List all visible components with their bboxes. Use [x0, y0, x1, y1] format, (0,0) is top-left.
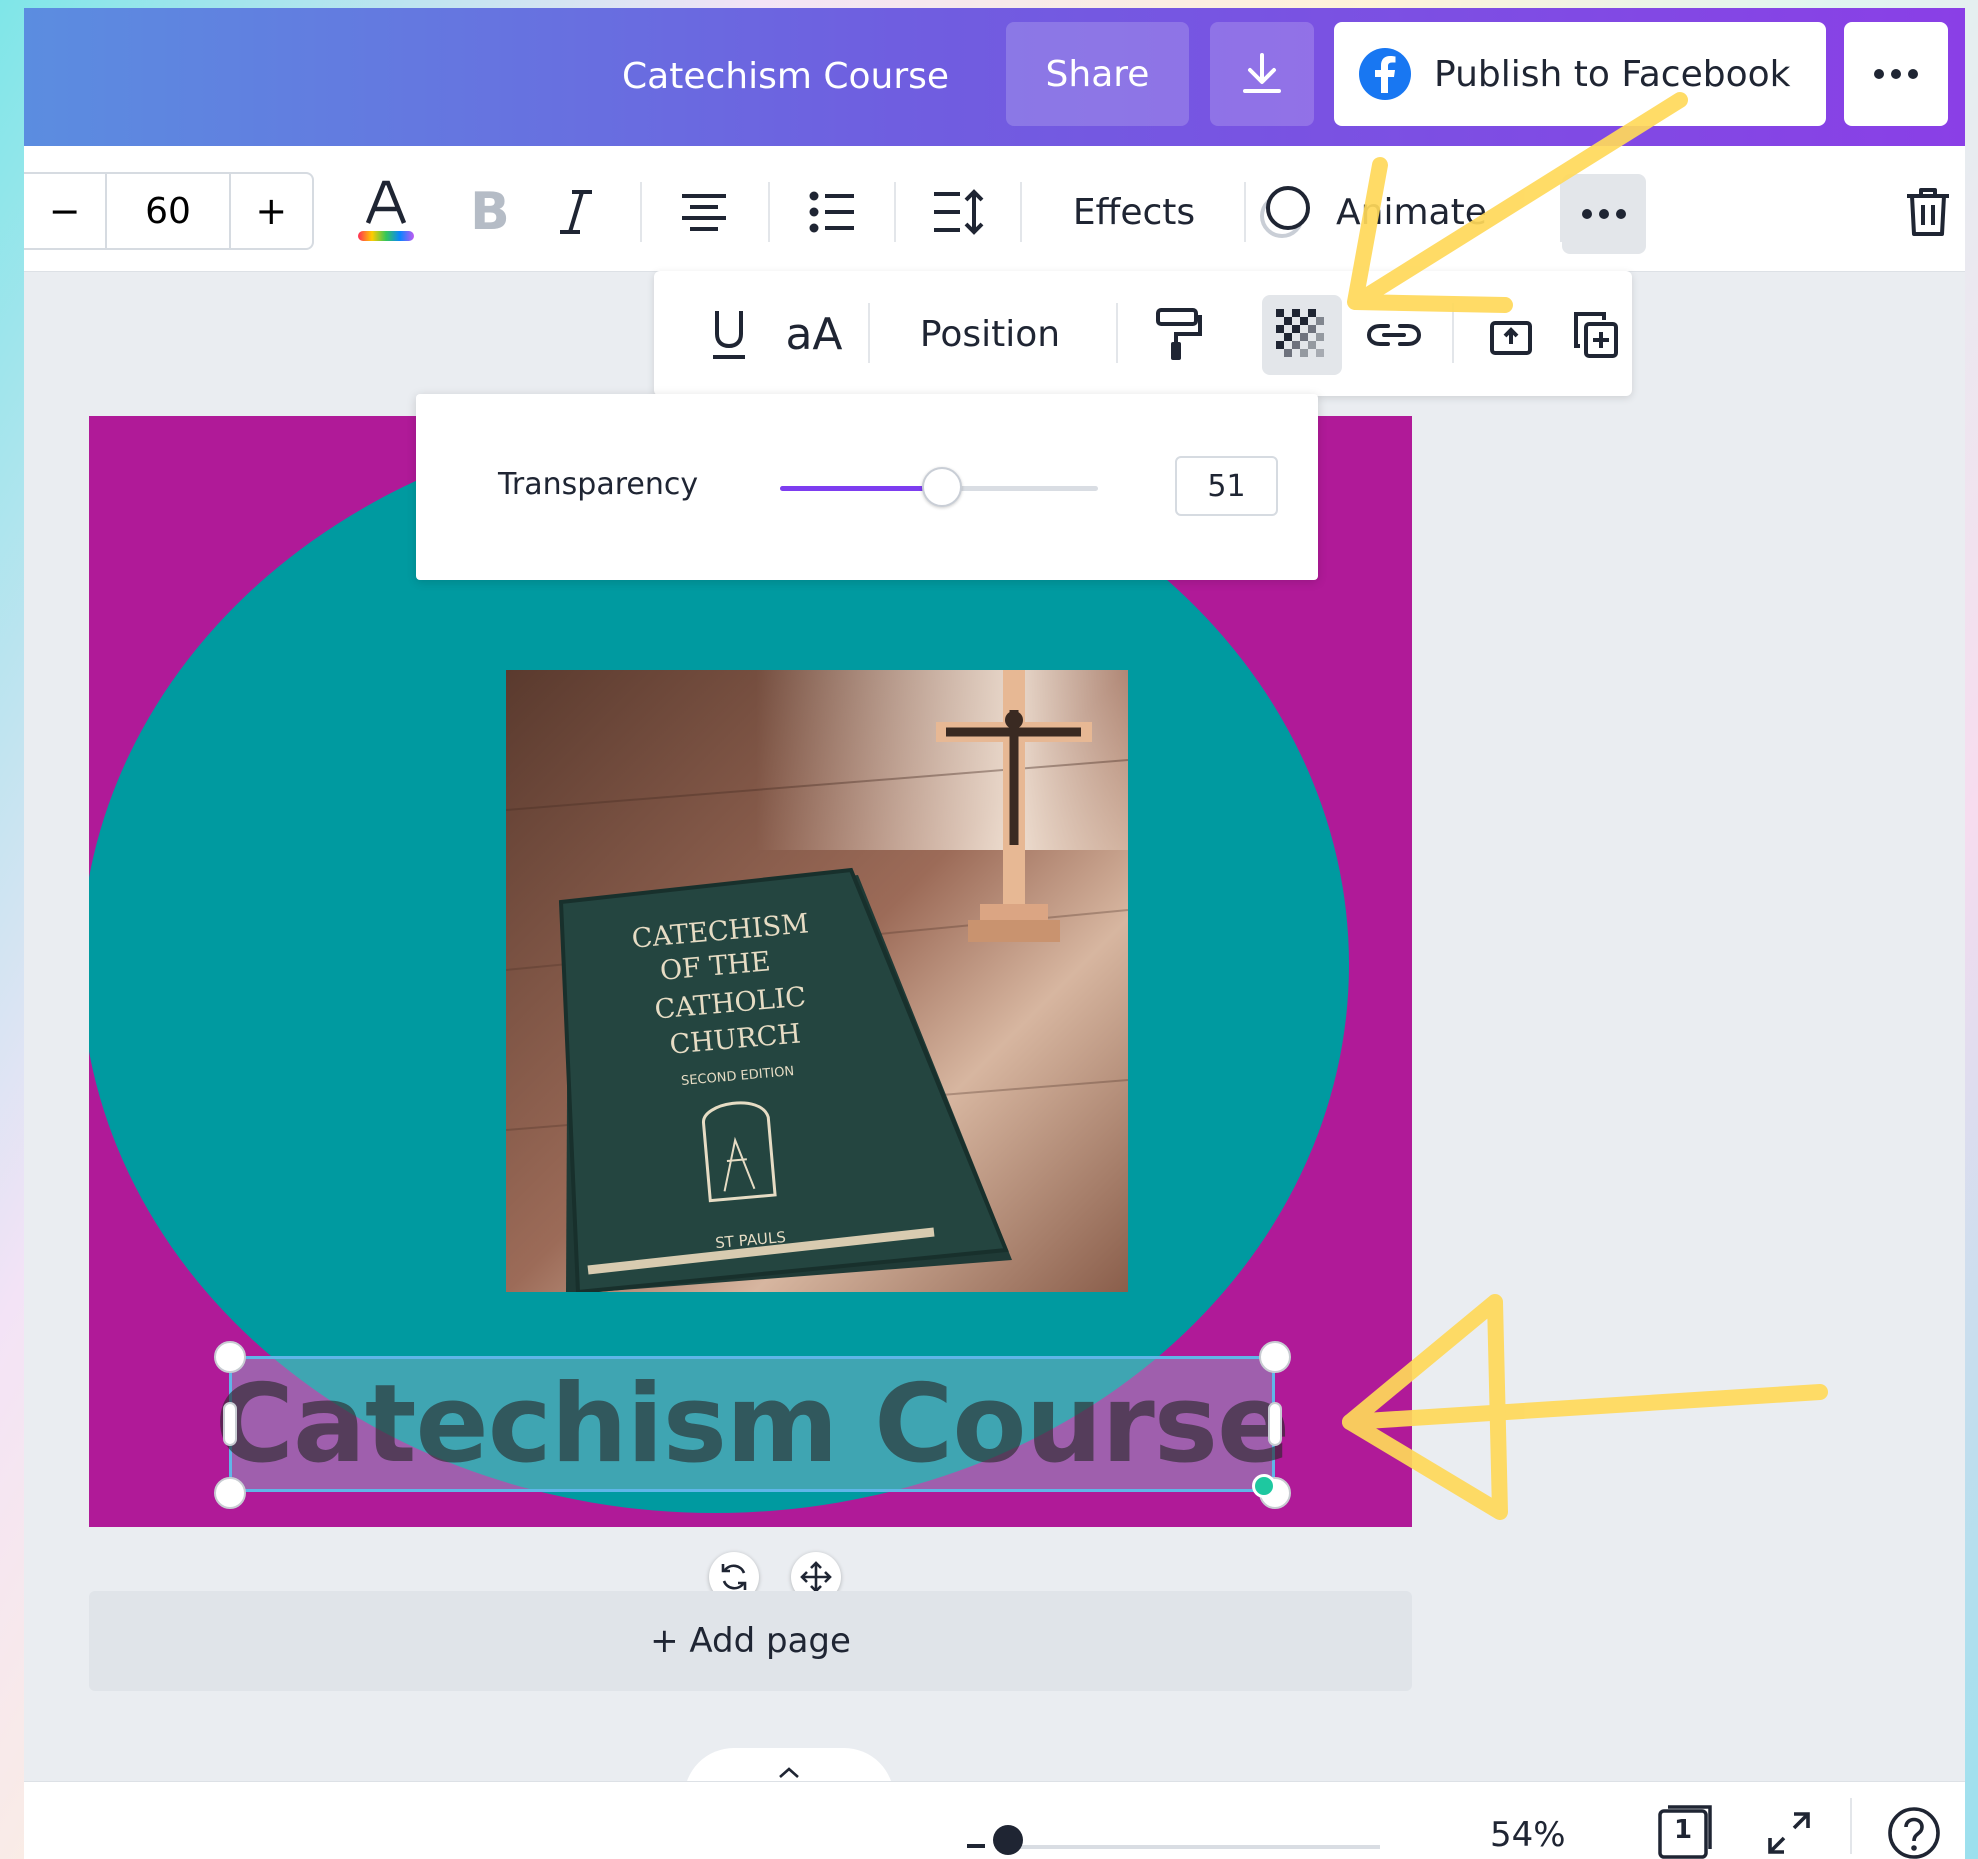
- arrow-to-headline: [1342, 1384, 1828, 1430]
- arrow-to-transparency: [1352, 92, 1688, 308]
- annotation-arrows: [1342, 92, 1828, 1520]
